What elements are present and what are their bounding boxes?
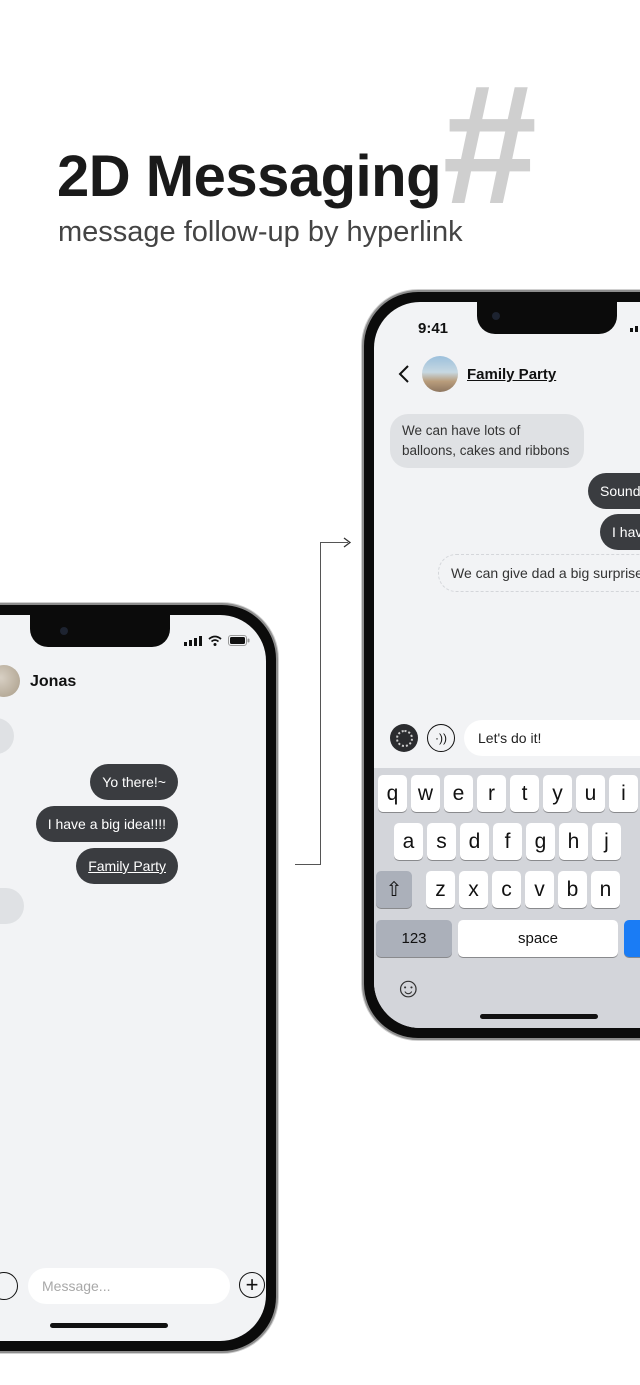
message-input[interactable]: Message... (28, 1268, 230, 1304)
group-avatar[interactable] (422, 356, 458, 392)
key-s[interactable]: s (427, 823, 456, 860)
arrow-head-icon (343, 537, 352, 548)
notch (477, 302, 617, 334)
key-c[interactable]: c (492, 871, 521, 908)
message-incoming-hyperlink[interactable]: in~ (0, 888, 24, 924)
app-icon[interactable] (390, 724, 418, 752)
hash-symbol: # (440, 50, 535, 240)
home-indicator (50, 1323, 168, 1328)
key-g[interactable]: g (526, 823, 555, 860)
front-camera (492, 312, 500, 320)
front-camera (60, 627, 68, 635)
message-input-value: Let's do it! (478, 730, 542, 746)
key-z[interactable]: z (426, 871, 455, 908)
message-outgoing: I have a big idea!!!! (35, 806, 178, 842)
message-input-placeholder: Message... (42, 1278, 111, 1294)
key-j[interactable]: j (592, 823, 621, 860)
connector-line-horizontal-bottom (295, 864, 321, 865)
message-outgoing: Sounds (588, 473, 640, 509)
message-hyperlink-family-party[interactable]: Family Party (76, 848, 178, 884)
connector-line-vertical (320, 542, 321, 865)
page-title: 2D Messaging (57, 144, 442, 209)
key-i[interactable]: i (609, 775, 638, 812)
key-d[interactable]: d (460, 823, 489, 860)
app-icon-inner (395, 729, 413, 747)
message-draft: We can give dad a big surprise!!! (438, 554, 640, 592)
contact-avatar[interactable] (0, 665, 20, 697)
message-outgoing: Yo there!~ (90, 764, 178, 800)
chevron-left-icon[interactable] (398, 364, 410, 384)
message-input[interactable]: Let's do it! (464, 720, 640, 756)
key-h[interactable]: h (559, 823, 588, 860)
voice-icon[interactable]: ·)) (427, 724, 455, 752)
key-r[interactable]: r (477, 775, 506, 812)
key-b[interactable]: b (558, 871, 587, 908)
key-a[interactable]: a (394, 823, 423, 860)
phone-right-screen: 9:41 Family Party We can have lots of ba… (374, 302, 640, 1028)
key-w[interactable]: w (411, 775, 440, 812)
message-outgoing: I have (600, 514, 640, 550)
key-t[interactable]: t (510, 775, 539, 812)
numbers-key[interactable]: 123 (376, 920, 452, 957)
message-incoming: We can have lots of balloons, cakes and … (390, 414, 584, 468)
key-v[interactable]: v (525, 871, 554, 908)
return-key[interactable] (624, 920, 640, 957)
page-subtitle: message follow-up by hyperlink (58, 216, 463, 248)
home-indicator (480, 1014, 598, 1019)
plus-circle-icon[interactable]: + (239, 1272, 265, 1298)
emoji-icon[interactable]: ☺ (394, 972, 423, 1004)
phone-left: Jonas !~ Yo there!~ I have a big idea!!!… (0, 603, 278, 1353)
contact-name[interactable]: Jonas (30, 673, 76, 691)
signal-icon (630, 322, 640, 332)
key-u[interactable]: u (576, 775, 605, 812)
notch (30, 615, 170, 647)
key-q[interactable]: q (378, 775, 407, 812)
key-x[interactable]: x (459, 871, 488, 908)
space-key[interactable]: space (458, 920, 618, 957)
message-incoming: !~ (0, 718, 14, 754)
battery-icon (228, 635, 250, 646)
status-icons (630, 322, 640, 332)
phone-right: 9:41 Family Party We can have lots of ba… (362, 290, 640, 1040)
status-time: 9:41 (418, 320, 449, 337)
key-e[interactable]: e (444, 775, 473, 812)
signal-icon (184, 636, 202, 646)
shift-key[interactable]: ⇧ (376, 871, 412, 908)
key-n[interactable]: n (591, 871, 620, 908)
key-f[interactable]: f (493, 823, 522, 860)
wifi-icon (208, 635, 222, 646)
keyboard: qwertyui asdfghj zxcvbn ⇧ 123 space ☺ (374, 768, 640, 1028)
chat-title-link[interactable]: Family Party (467, 366, 556, 383)
voice-icon[interactable] (0, 1272, 18, 1300)
key-y[interactable]: y (543, 775, 572, 812)
status-icons (184, 635, 250, 646)
phone-left-screen: Jonas !~ Yo there!~ I have a big idea!!!… (0, 615, 266, 1341)
